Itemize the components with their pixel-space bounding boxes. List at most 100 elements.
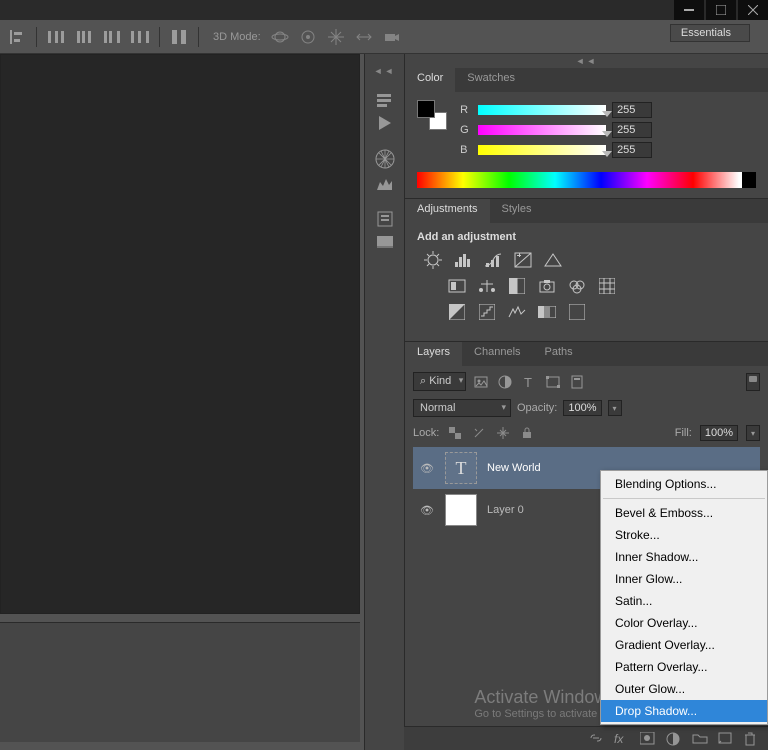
pan-icon[interactable] bbox=[327, 28, 345, 46]
g-value-input[interactable] bbox=[612, 122, 652, 138]
collapse-arrows-icon[interactable]: ◄◄ bbox=[405, 54, 768, 68]
menu-stroke[interactable]: Stroke... bbox=[601, 524, 767, 546]
vibrance-icon[interactable] bbox=[543, 251, 563, 269]
actions-panel-icon[interactable] bbox=[375, 114, 395, 130]
align-left-icon[interactable] bbox=[8, 28, 26, 46]
navigator-panel-icon[interactable] bbox=[374, 148, 396, 170]
menu-pattern-overlay[interactable]: Pattern Overlay... bbox=[601, 656, 767, 678]
filter-smart-icon[interactable] bbox=[568, 374, 586, 390]
menu-drop-shadow[interactable]: Drop Shadow... bbox=[601, 700, 767, 722]
r-value-input[interactable] bbox=[612, 102, 652, 118]
minimize-button[interactable] bbox=[674, 0, 704, 20]
layer-mask-icon[interactable] bbox=[640, 732, 656, 746]
info-panel-icon[interactable] bbox=[375, 234, 395, 248]
distribute-h2-icon[interactable] bbox=[75, 28, 93, 46]
lock-position-icon[interactable] bbox=[495, 426, 511, 440]
menu-inner-glow[interactable]: Inner Glow... bbox=[601, 568, 767, 590]
visibility-toggle-icon[interactable]: 👁 bbox=[419, 462, 435, 475]
link-layers-icon[interactable] bbox=[588, 732, 604, 746]
fill-value[interactable]: 100% bbox=[700, 425, 738, 441]
color-lookup-icon[interactable] bbox=[597, 277, 617, 295]
b-slider[interactable] bbox=[478, 145, 606, 155]
posterize-icon[interactable] bbox=[477, 303, 497, 321]
align-grid-icon[interactable] bbox=[170, 28, 188, 46]
blend-mode-dropdown[interactable]: Normal bbox=[413, 399, 511, 417]
gradient-map-icon[interactable] bbox=[537, 303, 557, 321]
filter-adjustment-icon[interactable] bbox=[496, 374, 514, 390]
color-balance-icon[interactable] bbox=[477, 277, 497, 295]
rotate-icon[interactable] bbox=[299, 28, 317, 46]
lock-all-icon[interactable] bbox=[519, 426, 535, 440]
black-white-icon[interactable] bbox=[507, 277, 527, 295]
channel-mixer-icon[interactable] bbox=[567, 277, 587, 295]
foreground-background-swatch[interactable] bbox=[417, 100, 447, 130]
filter-shape-icon[interactable] bbox=[544, 374, 562, 390]
b-value-input[interactable] bbox=[612, 142, 652, 158]
collapse-arrows-icon[interactable]: ◄◄ bbox=[374, 64, 396, 78]
layer-name[interactable]: Layer 0 bbox=[487, 504, 524, 516]
menu-color-overlay[interactable]: Color Overlay... bbox=[601, 612, 767, 634]
properties-panel-icon[interactable] bbox=[375, 210, 395, 228]
g-slider[interactable] bbox=[478, 125, 606, 135]
distribute-h4-icon[interactable] bbox=[131, 28, 149, 46]
layer-name[interactable]: New World bbox=[487, 462, 541, 474]
adjustment-layer-icon[interactable] bbox=[666, 732, 682, 746]
panel-resize-handle[interactable] bbox=[0, 616, 364, 622]
maximize-button[interactable] bbox=[706, 0, 736, 20]
foreground-color-swatch[interactable] bbox=[417, 100, 435, 118]
threshold-icon[interactable] bbox=[507, 303, 527, 321]
menu-satin[interactable]: Satin... bbox=[601, 590, 767, 612]
r-slider[interactable] bbox=[478, 105, 606, 115]
curves-icon[interactable] bbox=[483, 251, 503, 269]
color-spectrum-ramp[interactable] bbox=[417, 172, 756, 188]
layer-filter-kind-dropdown[interactable]: ⌕ Kind bbox=[413, 372, 466, 391]
orbit-icon[interactable] bbox=[271, 28, 289, 46]
visibility-toggle-icon[interactable]: 👁 bbox=[419, 504, 435, 517]
fill-flyout-button[interactable]: ▾ bbox=[746, 425, 760, 441]
collapsed-panel-dock: ◄◄ bbox=[364, 54, 404, 750]
tab-channels[interactable]: Channels bbox=[462, 342, 532, 366]
group-icon[interactable] bbox=[692, 732, 708, 746]
hue-sat-icon[interactable] bbox=[447, 277, 467, 295]
filter-pixel-icon[interactable] bbox=[472, 374, 490, 390]
timeline-panel-collapsed[interactable] bbox=[0, 622, 360, 742]
history-panel-icon[interactable] bbox=[375, 92, 395, 108]
menu-gradient-overlay[interactable]: Gradient Overlay... bbox=[601, 634, 767, 656]
tab-swatches[interactable]: Swatches bbox=[455, 68, 527, 92]
toolbar-divider bbox=[159, 27, 160, 47]
tab-styles[interactable]: Styles bbox=[490, 199, 544, 223]
document-canvas[interactable] bbox=[0, 54, 360, 614]
filter-type-icon[interactable]: T bbox=[520, 374, 538, 390]
opacity-value[interactable]: 100% bbox=[563, 400, 601, 416]
workspace-switcher[interactable]: Essentials bbox=[670, 24, 750, 42]
layer-thumbnail[interactable] bbox=[445, 494, 477, 526]
exposure-icon[interactable] bbox=[513, 251, 533, 269]
tab-layers[interactable]: Layers bbox=[405, 342, 462, 366]
distribute-h1-icon[interactable] bbox=[47, 28, 65, 46]
levels-icon[interactable] bbox=[453, 251, 473, 269]
invert-icon[interactable] bbox=[447, 303, 467, 321]
distribute-h3-icon[interactable] bbox=[103, 28, 121, 46]
filter-toggle[interactable] bbox=[746, 373, 760, 391]
histogram-panel-icon[interactable] bbox=[375, 176, 395, 192]
menu-inner-shadow[interactable]: Inner Shadow... bbox=[601, 546, 767, 568]
opacity-flyout-button[interactable]: ▾ bbox=[608, 400, 622, 416]
lock-transparency-icon[interactable] bbox=[447, 426, 463, 440]
new-layer-icon[interactable] bbox=[718, 732, 734, 746]
tab-adjustments[interactable]: Adjustments bbox=[405, 199, 490, 223]
menu-outer-glow[interactable]: Outer Glow... bbox=[601, 678, 767, 700]
menu-blending-options[interactable]: Blending Options... bbox=[601, 473, 767, 495]
slide-icon[interactable] bbox=[355, 28, 373, 46]
photo-filter-icon[interactable] bbox=[537, 277, 557, 295]
menu-bevel-emboss[interactable]: Bevel & Emboss... bbox=[601, 502, 767, 524]
selective-color-icon[interactable] bbox=[567, 303, 587, 321]
lock-image-icon[interactable] bbox=[471, 426, 487, 440]
camera-icon[interactable] bbox=[383, 28, 401, 46]
layer-thumbnail[interactable]: T bbox=[445, 452, 477, 484]
delete-layer-icon[interactable] bbox=[744, 732, 760, 746]
brightness-contrast-icon[interactable] bbox=[423, 251, 443, 269]
layer-style-icon[interactable]: fx bbox=[614, 732, 630, 746]
tab-paths[interactable]: Paths bbox=[533, 342, 585, 366]
tab-color[interactable]: Color bbox=[405, 68, 455, 92]
close-button[interactable] bbox=[738, 0, 768, 20]
